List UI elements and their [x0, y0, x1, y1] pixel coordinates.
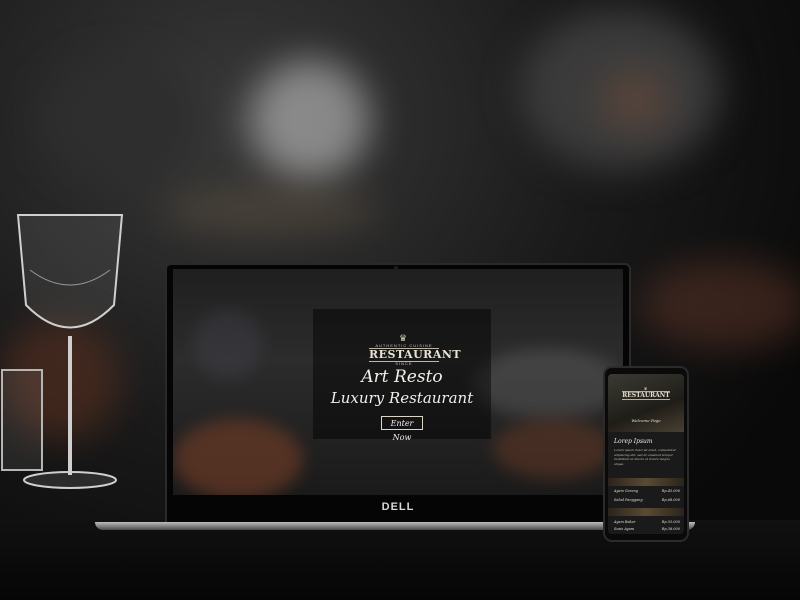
menu-item[interactable]: Ayam Bakar Rp.55.000 [614, 520, 680, 524]
menu-item-price: Rp.55.000 [661, 520, 680, 524]
laptop-screen: ♛ AUTHENTIC CUISINE RESTAURANT SINCE Art… [173, 269, 623, 495]
menu-item[interactable]: Sahal Panggang Rp.68.000 [614, 498, 680, 502]
menu-item[interactable]: Ayam Goreng Rp.45.000 [614, 489, 680, 493]
logo-wordmark: RESTAURANT [369, 348, 462, 362]
screen-background-blur [173, 419, 303, 495]
hero-title: Art Resto [361, 367, 443, 387]
laptop-brand-logo: DELL [381, 501, 415, 513]
screen-background-blur [473, 349, 623, 419]
background-blur [250, 60, 370, 180]
phone-section-paragraph: Lorem ipsum dolor sit amet, consectetur … [614, 448, 676, 466]
background-blur [640, 260, 800, 350]
background-blur [40, 60, 200, 180]
enter-now-button[interactable]: Enter Now [381, 416, 423, 442]
phone-restaurant-logo: ♛ RESTAURANT [622, 386, 670, 400]
phone-logo-wordmark: RESTAURANT [622, 391, 670, 400]
hero-subtitle: Luxury Restaurant [330, 389, 474, 407]
menu-item-name: Ayam Goreng [614, 489, 639, 493]
menu-item-price: Rp.45.000 [661, 489, 680, 493]
menu-item-price: Rp.38.000 [661, 527, 680, 531]
phone-mockup: ♛ RESTAURANT Welcome Page Lorep Ipsum Lo… [603, 366, 689, 542]
menu-item-price: Rp.68.000 [661, 498, 680, 502]
tumbler-glass-icon [1, 369, 43, 471]
phone-screen: ♛ RESTAURANT Welcome Page Lorep Ipsum Lo… [608, 374, 684, 534]
phone-welcome-subtitle: Welcome Page [631, 418, 661, 423]
logo-since: SINCE [395, 361, 413, 366]
menu-item-name: Ayam Bakar [614, 520, 636, 524]
screen-background-blur [193, 309, 263, 379]
background-blur [160, 190, 380, 230]
phone-hero [608, 374, 684, 432]
menu-item[interactable]: Sosis Ayam Rp.38.000 [614, 527, 680, 531]
laptop-mockup: ♛ AUTHENTIC CUISINE RESTAURANT SINCE Art… [165, 263, 631, 527]
background-blur [600, 70, 670, 130]
phone-divider-image [608, 478, 684, 486]
screen-background-blur [493, 419, 613, 479]
menu-item-name: Sahal Panggang [614, 498, 643, 502]
menu-item-name: Sosis Ayam [614, 527, 635, 531]
restaurant-logo: ♛ AUTHENTIC CUISINE RESTAURANT SINCE [369, 335, 462, 366]
phone-divider-image [608, 508, 684, 516]
phone-section-heading: Lorep Ipsum [614, 438, 653, 445]
